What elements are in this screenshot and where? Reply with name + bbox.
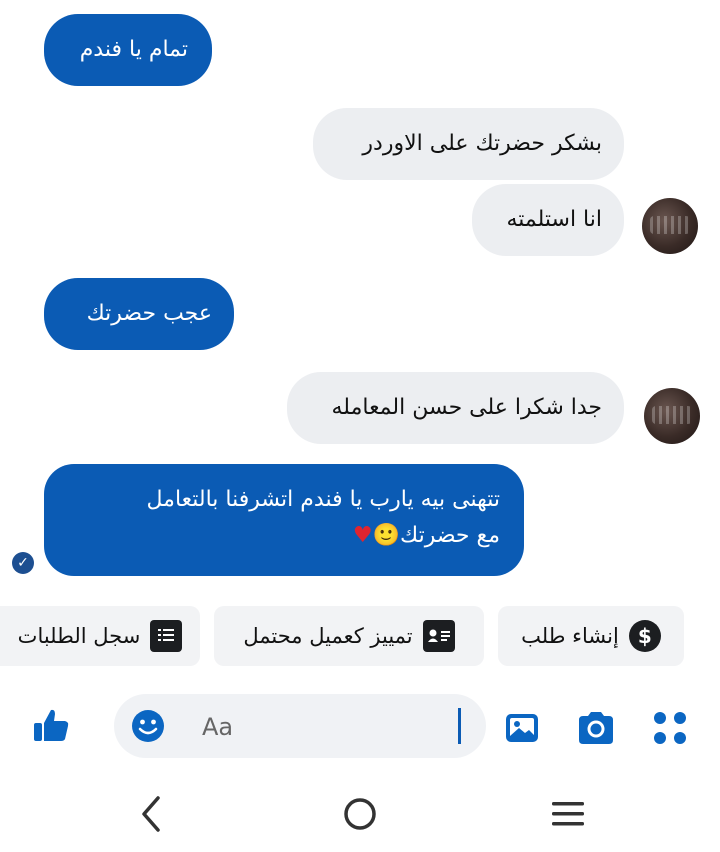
image-icon xyxy=(506,714,538,742)
contact-avatar[interactable] xyxy=(644,388,700,444)
more-options-button[interactable] xyxy=(648,706,692,750)
message-text: بشكر حضرتك على الاوردر xyxy=(362,131,602,156)
home-circle-icon xyxy=(344,798,376,830)
mark-lead-button[interactable]: تمييز كعميل محتمل xyxy=(214,606,484,666)
emoji-smile-heart: 🙂♥ xyxy=(352,523,401,548)
four-dots-icon xyxy=(654,712,686,744)
thumbs-up-icon xyxy=(34,709,69,741)
message-input[interactable] xyxy=(200,708,444,746)
like-button[interactable] xyxy=(30,704,74,748)
order-history-button[interactable]: سجل الطلبات xyxy=(0,606,200,666)
message-bubble-outgoing[interactable]: تمام يا فندم xyxy=(44,14,212,86)
message-text-line: تتهنى بيه يارب يا فندم اتشرفنا بالتعامل xyxy=(146,487,501,512)
menu-lines-icon xyxy=(552,802,584,826)
text-cursor xyxy=(458,708,461,744)
order-list-icon xyxy=(150,620,183,652)
message-bubble-outgoing[interactable]: عجب حضرتك xyxy=(44,278,234,350)
camera-button[interactable] xyxy=(574,706,618,750)
seen-check-icon: ✓ xyxy=(12,552,34,574)
contact-avatar[interactable] xyxy=(642,198,698,254)
message-text: تمام يا فندم xyxy=(79,37,188,62)
message-bubble-incoming[interactable]: بشكر حضرتك على الاوردر xyxy=(313,108,624,180)
mark-lead-label: تمييز كعميل محتمل xyxy=(243,624,413,648)
emoji-button[interactable] xyxy=(130,708,166,744)
nav-recents-button[interactable] xyxy=(548,790,588,838)
nav-home-button[interactable] xyxy=(338,790,382,838)
camera-icon xyxy=(579,712,613,744)
message-bubble-incoming[interactable]: جدا شكرا على حسن المعامله xyxy=(287,372,624,444)
nav-back-button[interactable] xyxy=(136,790,168,838)
message-bubble-outgoing[interactable]: تتهنى بيه يارب يا فندم اتشرفنا بالتعامل … xyxy=(44,464,524,576)
message-text-line: مع حضرتك🙂♥ xyxy=(352,523,500,548)
order-history-label: سجل الطلبات xyxy=(17,624,141,648)
message-text: انا استلمته xyxy=(506,207,602,232)
message-composer[interactable] xyxy=(114,694,486,758)
create-order-label: إنشاء طلب xyxy=(521,624,619,648)
gallery-button[interactable] xyxy=(502,708,542,748)
create-order-button[interactable]: $ إنشاء طلب xyxy=(498,606,684,666)
message-bubble-incoming[interactable]: انا استلمته xyxy=(472,184,624,256)
dollar-circle-icon: $ xyxy=(628,620,661,652)
message-text: جدا شكرا على حسن المعامله xyxy=(331,395,603,420)
chevron-left-icon xyxy=(142,796,160,832)
message-text: عجب حضرتك xyxy=(86,301,212,326)
smiley-icon xyxy=(132,710,164,742)
contact-card-icon xyxy=(422,620,455,652)
